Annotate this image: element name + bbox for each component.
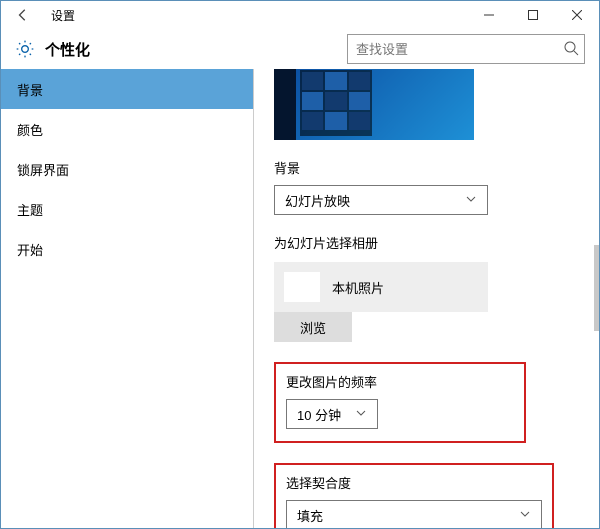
page-title: 个性化	[45, 39, 90, 60]
chevron-down-icon	[465, 193, 477, 208]
maximize-button[interactable]	[511, 1, 555, 29]
minimize-button[interactable]	[467, 1, 511, 29]
interval-label: 更改图片的频率	[286, 372, 514, 391]
sidebar-item-label: 颜色	[17, 120, 43, 139]
album-box: 本机照片	[274, 262, 488, 312]
album-thumbnail	[284, 272, 320, 302]
background-label: 背景	[274, 158, 583, 177]
back-button[interactable]	[13, 5, 33, 25]
body: 背景 颜色 锁屏界面 主题 开始 背景 幻灯片放映 为幻灯片选择相册	[1, 69, 599, 528]
sidebar-item-theme[interactable]: 主题	[1, 189, 253, 229]
window-controls	[467, 1, 599, 29]
search-wrap	[347, 34, 585, 64]
highlight-interval: 更改图片的频率 10 分钟	[274, 362, 526, 443]
chevron-down-icon	[519, 508, 531, 523]
highlight-fit: 选择契合度 填充	[274, 463, 554, 528]
window-title: 设置	[51, 7, 75, 24]
gear-icon	[15, 39, 35, 59]
background-value: 幻灯片放映	[285, 191, 350, 210]
sidebar-item-label: 锁屏界面	[17, 160, 69, 179]
sidebar-item-label: 背景	[17, 80, 43, 99]
album-label: 为幻灯片选择相册	[274, 233, 583, 252]
header: 个性化	[1, 29, 599, 69]
search-icon	[563, 40, 579, 59]
browse-button[interactable]: 浏览	[274, 312, 352, 342]
sidebar-item-lockscreen[interactable]: 锁屏界面	[1, 149, 253, 189]
background-select[interactable]: 幻灯片放映	[274, 185, 488, 215]
browse-label: 浏览	[300, 318, 326, 337]
close-button[interactable]	[555, 1, 599, 29]
scrollbar[interactable]	[594, 245, 599, 331]
album-value: 本机照片	[332, 278, 384, 297]
background-preview	[274, 69, 474, 140]
titlebar: 设置	[1, 1, 599, 29]
fit-value: 填充	[297, 506, 323, 525]
chevron-down-icon	[355, 407, 367, 422]
interval-value: 10 分钟	[297, 405, 341, 424]
settings-window: 设置 个性化 背景 颜色 锁屏界面 主题 开始	[0, 0, 600, 529]
interval-select[interactable]: 10 分钟	[286, 399, 378, 429]
content: 背景 幻灯片放映 为幻灯片选择相册 本机照片 浏览 更改图片的频率 10 分钟 …	[254, 69, 599, 528]
sidebar-item-background[interactable]: 背景	[1, 69, 253, 109]
sidebar: 背景 颜色 锁屏界面 主题 开始	[1, 69, 253, 528]
sidebar-item-start[interactable]: 开始	[1, 229, 253, 269]
fit-label: 选择契合度	[286, 473, 542, 492]
search-input[interactable]	[347, 34, 585, 64]
sidebar-item-label: 开始	[17, 240, 43, 259]
fit-select[interactable]: 填充	[286, 500, 542, 528]
sidebar-item-color[interactable]: 颜色	[1, 109, 253, 149]
sidebar-item-label: 主题	[17, 200, 43, 219]
